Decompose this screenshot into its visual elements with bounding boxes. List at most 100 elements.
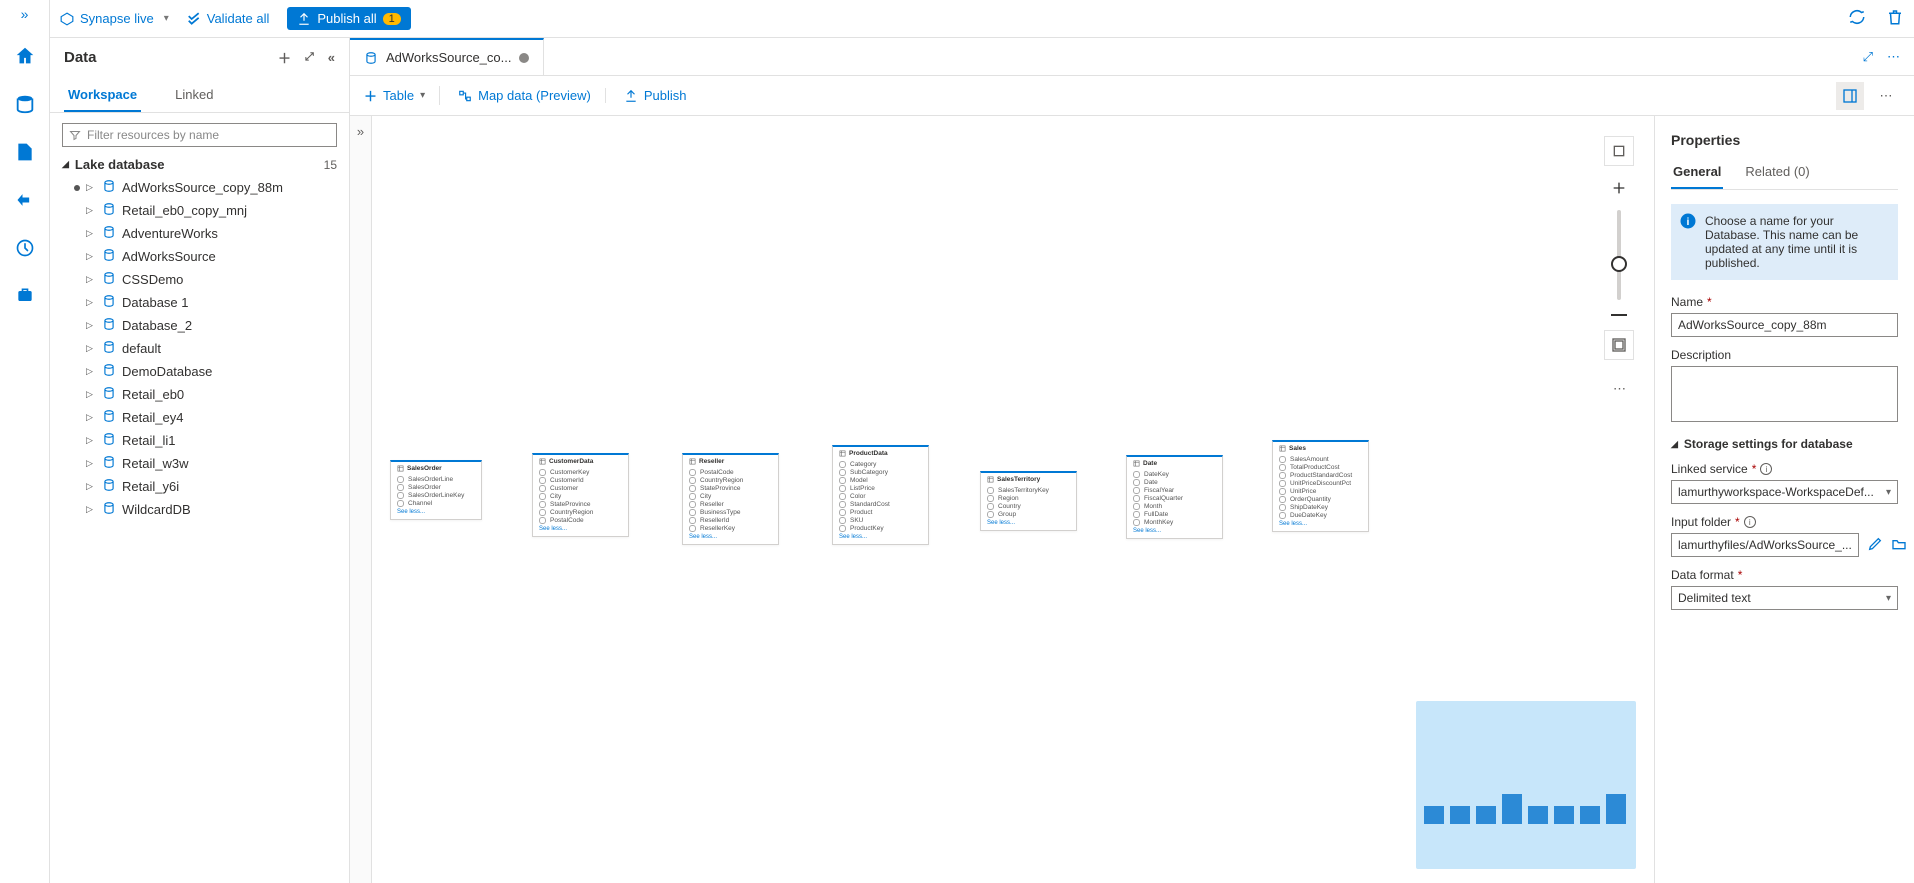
expand-icon[interactable]: ▷	[86, 366, 96, 377]
tree-item[interactable]: ▷AdWorksSource_copy_88m	[50, 176, 349, 199]
expand-icon[interactable]: ▷	[86, 458, 96, 469]
expand-icon[interactable]: ▷	[86, 412, 96, 423]
manage-icon[interactable]	[11, 282, 39, 310]
add-table-button[interactable]: ＋ Table ▾	[364, 86, 440, 105]
tree-item[interactable]: ▷Retail_eb0_copy_mnj	[50, 199, 349, 222]
properties-panel-toggle-icon[interactable]	[1836, 82, 1864, 110]
expand-icon[interactable]: ▷	[86, 182, 96, 193]
input-folder-input[interactable]: lamurthyfiles/AdWorksSource_...	[1671, 533, 1859, 557]
expand-icon[interactable]: ▷	[86, 343, 96, 354]
see-less-link[interactable]: See less...	[833, 532, 928, 540]
data-panel: Data ＋ ⤢ « Workspace Linked ◢ Lake datab…	[50, 38, 350, 883]
see-less-link[interactable]: See less...	[391, 507, 481, 515]
minimap-toggle-icon[interactable]	[1604, 330, 1634, 360]
tab-related[interactable]: Related (0)	[1743, 160, 1811, 189]
filter-resources-input[interactable]	[87, 126, 330, 144]
editor-tab[interactable]: AdWorksSource_co...	[350, 38, 544, 75]
expand-icon[interactable]: ▷	[86, 389, 96, 400]
table-card-header: CustomerData	[533, 455, 628, 468]
expand-icon[interactable]: ▷	[86, 320, 96, 331]
table-card[interactable]: DateDateKeyDateFiscalYearFiscalQuarterMo…	[1126, 455, 1223, 539]
tree-item[interactable]: ▷CSSDemo	[50, 268, 349, 291]
data-format-select[interactable]: Delimited text ▾	[1671, 586, 1898, 610]
help-icon[interactable]: i	[1744, 516, 1756, 528]
see-less-link[interactable]: See less...	[683, 532, 778, 540]
tree-item[interactable]: ▷Retail_ey4	[50, 406, 349, 429]
group-lake-database[interactable]: ◢ Lake database 15	[50, 153, 349, 176]
edit-icon[interactable]	[1867, 536, 1883, 555]
table-card[interactable]: SalesSalesAmountTotalProductCostProductS…	[1272, 440, 1369, 532]
zoom-slider[interactable]	[1617, 210, 1621, 300]
collapse-panel-icon[interactable]: «	[328, 50, 335, 65]
minimap[interactable]	[1416, 701, 1636, 869]
canvas-expand-icon[interactable]: »	[350, 116, 372, 883]
see-less-link[interactable]: See less...	[1127, 526, 1222, 534]
tree-item[interactable]: ▷AdWorksSource	[50, 245, 349, 268]
table-card[interactable]: ResellerPostalCodeCountryRegionStateProv…	[682, 453, 779, 545]
tree-item-label: default	[122, 341, 161, 356]
fit-screen-icon[interactable]	[1604, 136, 1634, 166]
tree-item[interactable]: ▷DemoDatabase	[50, 360, 349, 383]
expand-icon[interactable]: »	[21, 6, 29, 22]
expand-icon[interactable]: ▷	[86, 251, 96, 262]
expand-icon[interactable]: ▷	[86, 435, 96, 446]
validate-all-button[interactable]: Validate all	[187, 11, 270, 26]
designer-canvas[interactable]: ⋯ SalesOrderSalesOrderLineSalesOrderSale…	[372, 116, 1654, 883]
storage-settings-header[interactable]: ◢ Storage settings for database	[1671, 437, 1898, 451]
tree-item[interactable]: ▷ default	[50, 337, 349, 360]
expand-all-icon[interactable]: ⤢	[305, 51, 314, 64]
tree-item[interactable]: ▷AdventureWorks	[50, 222, 349, 245]
tab-general[interactable]: General	[1671, 160, 1723, 189]
map-data-button[interactable]: Map data (Preview)	[458, 88, 606, 103]
see-less-link[interactable]: See less...	[1273, 519, 1368, 527]
linked-service-select[interactable]: lamurthyworkspace-WorkspaceDef... ▾	[1671, 480, 1898, 504]
zoom-in-icon[interactable]	[1611, 180, 1627, 196]
tree-item[interactable]: ▷Retail_eb0	[50, 383, 349, 406]
tree-item[interactable]: ▷WildcardDB	[50, 498, 349, 521]
tree-item[interactable]: ▷Retail_y6i	[50, 475, 349, 498]
see-less-link[interactable]: See less...	[533, 524, 628, 532]
filter-resources-box[interactable]	[62, 123, 337, 147]
zoom-out-icon[interactable]	[1611, 314, 1627, 316]
synapse-live-button[interactable]: Synapse live ▾	[60, 11, 169, 26]
tree-item[interactable]: ▷Retail_w3w	[50, 452, 349, 475]
column-item: ProductStandardCost	[1279, 471, 1362, 479]
tree-item[interactable]: ▷Retail_li1	[50, 429, 349, 452]
description-input[interactable]	[1671, 366, 1898, 422]
more-icon[interactable]: ⋯	[1887, 49, 1900, 65]
monitor-icon[interactable]	[11, 234, 39, 262]
browse-folder-icon[interactable]	[1891, 536, 1907, 555]
tree-item[interactable]: ▷Database_2	[50, 314, 349, 337]
data-icon[interactable]	[11, 90, 39, 118]
column-item: ResellerId	[689, 516, 772, 524]
canvas-more-icon[interactable]: ⋯	[1604, 374, 1634, 404]
expand-icon[interactable]: ▷	[86, 205, 96, 216]
expand-icon[interactable]: ▷	[86, 297, 96, 308]
tree-item[interactable]: ▷Database 1	[50, 291, 349, 314]
table-card[interactable]: SalesTerritorySalesTerritoryKeyRegionCou…	[980, 471, 1077, 531]
integrate-icon[interactable]	[11, 186, 39, 214]
table-card[interactable]: SalesOrderSalesOrderLineSalesOrderSalesO…	[390, 460, 482, 520]
see-less-link[interactable]: See less...	[981, 518, 1076, 526]
expand-icon[interactable]: ▷	[86, 481, 96, 492]
column-item: Date	[1133, 478, 1216, 486]
name-input[interactable]	[1671, 313, 1898, 337]
publish-button[interactable]: Publish	[624, 88, 701, 103]
discard-icon[interactable]	[1886, 8, 1904, 29]
home-icon[interactable]	[11, 42, 39, 70]
table-card[interactable]: CustomerDataCustomerKeyCustomerIdCustome…	[532, 453, 629, 537]
expand-icon[interactable]: ▷	[86, 228, 96, 239]
table-card[interactable]: ProductDataCategorySubCategoryModelListP…	[832, 445, 929, 545]
tab-linked[interactable]: Linked	[171, 81, 217, 112]
tab-workspace[interactable]: Workspace	[64, 81, 141, 112]
table-card-header: SalesOrder	[391, 462, 481, 475]
expand-pane-icon[interactable]: ⤢	[1863, 49, 1873, 65]
expand-icon[interactable]: ▷	[86, 504, 96, 515]
refresh-icon[interactable]	[1848, 8, 1866, 29]
add-resource-icon[interactable]: ＋	[278, 48, 291, 67]
help-icon[interactable]: i	[1760, 463, 1772, 475]
publish-all-button[interactable]: Publish all 1	[287, 7, 410, 30]
develop-icon[interactable]	[11, 138, 39, 166]
expand-icon[interactable]: ▷	[86, 274, 96, 285]
toolbar-more-icon[interactable]: ⋯	[1872, 82, 1900, 110]
